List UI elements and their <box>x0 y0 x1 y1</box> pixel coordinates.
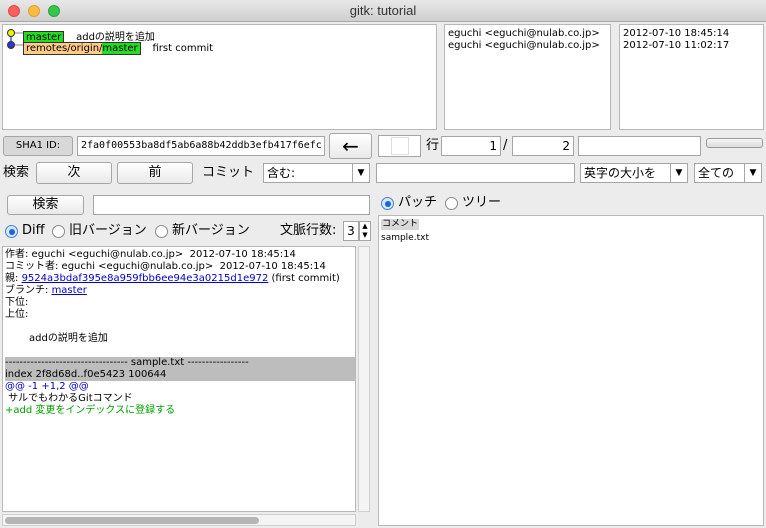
diff-content: 作者: eguchi <eguchi@nulab.co.jp> 2012-07-… <box>5 249 355 417</box>
chevron-down-icon: ▼ <box>352 164 369 182</box>
match-mode-value: 含む: <box>267 166 296 180</box>
old-version-radio[interactable] <box>52 225 65 238</box>
find-label: 検索 <box>3 165 30 180</box>
chevron-down-icon: ▼ <box>670 164 687 182</box>
find-input[interactable] <box>376 163 575 183</box>
old-version-label: 旧バージョン <box>69 223 147 238</box>
parent-line: 親: 9524a3bdaf395e8a959fbb6ee94e3a0215d1e… <box>5 273 355 285</box>
remote-tag-origin[interactable]: remotes/origin/ <box>23 42 103 55</box>
tree-radio[interactable] <box>445 197 458 210</box>
total-rows-field: 2 <box>512 136 574 156</box>
branch-link[interactable]: master <box>52 285 87 296</box>
remote-tag-master[interactable]: master <box>102 42 141 55</box>
search-input[interactable] <box>93 195 370 215</box>
diff-vertical-scrollbar[interactable] <box>358 246 370 512</box>
diff-radio[interactable] <box>5 225 18 238</box>
row-label: 行 <box>426 138 440 153</box>
file-item[interactable]: sample.txt <box>381 233 429 244</box>
patch-radio[interactable] <box>381 197 394 210</box>
date-entry: 2012-07-10 11:02:17 <box>623 40 730 51</box>
diff-label: Diff <box>22 223 45 238</box>
tree-label: ツリー <box>462 195 502 210</box>
context-lines-input[interactable]: 3 <box>343 221 359 241</box>
parent-label: 親: <box>5 273 19 284</box>
parent-message: (first commit) <box>271 273 340 284</box>
index-line: index 2f8d68d..f0e5423 100644 <box>5 369 355 381</box>
context-lines-stepper[interactable]: ▲ ▼ <box>359 221 371 241</box>
sha1-field[interactable]: 2fa0f00553ba8df5ab6a88b42ddb3efb417f6efc <box>77 136 325 156</box>
match-mode-select[interactable]: 含む: ▼ <box>263 163 370 183</box>
patch-label: パッチ <box>398 195 438 210</box>
new-version-label: 新バージョン <box>172 223 250 238</box>
author-pane[interactable]: eguchi <eguchi@nulab.co.jp> eguchi <eguc… <box>444 24 611 130</box>
field-value: 全ての <box>698 166 735 180</box>
status-field <box>578 136 701 156</box>
find-prev-button[interactable]: 前 <box>117 162 193 184</box>
find-next-button[interactable]: 次 <box>36 162 112 184</box>
author-line: 作者: eguchi <eguchi@nulab.co.jp> 2012-07-… <box>5 249 296 260</box>
row-separator: / <box>503 138 508 153</box>
commit-message-body: addの説明を追加 <box>29 333 108 344</box>
sha1-id-label: SHA1 ID: <box>3 136 73 156</box>
progress-bar <box>706 138 763 148</box>
branch-line: ブランチ: master <box>5 285 355 297</box>
comment-item[interactable]: コメント <box>381 219 420 230</box>
precedes-line: 上位: <box>5 309 29 320</box>
commit-row[interactable]: remotes/origin/master first commit <box>23 40 213 55</box>
parent-commit-link[interactable]: 9524a3bdaf395e8a959fbb6ee94e3a0215d1e972 <box>22 273 269 284</box>
commit-message: first commit <box>152 43 214 54</box>
new-version-radio[interactable] <box>155 225 168 238</box>
field-select[interactable]: 全ての ▼ <box>694 163 762 183</box>
window-title: gitk: tutorial <box>349 3 417 18</box>
follows-line: 下位: <box>5 297 29 308</box>
diff-details-pane[interactable]: 作者: eguchi <eguchi@nulab.co.jp> 2012-07-… <box>2 246 356 512</box>
branch-label: ブランチ: <box>5 285 49 296</box>
file-list-pane[interactable]: コメント sample.txt <box>378 215 764 526</box>
commit-graph-pane[interactable]: master addの説明を追加 remotes/origin/master f… <box>2 24 437 130</box>
committer-line: コミット者: eguchi <eguchi@nulab.co.jp> 2012-… <box>5 261 326 272</box>
case-select[interactable]: 英字の大小を ▼ <box>580 163 688 183</box>
commit-node <box>7 29 15 37</box>
forward-button[interactable] <box>378 135 421 157</box>
commit-node <box>7 41 15 49</box>
date-entry: 2012-07-10 18:45:14 <box>623 28 730 39</box>
commit-label: コミット <box>202 165 255 180</box>
author-entry: eguchi <eguchi@nulab.co.jp> <box>448 28 600 39</box>
file-header: ---------------------------------- sampl… <box>5 357 355 369</box>
left-arrow-icon: ← <box>342 134 359 158</box>
commit-graph <box>7 29 23 49</box>
current-row-field: 1 <box>441 136 501 156</box>
chevron-down-icon: ▼ <box>744 164 761 182</box>
author-entry: eguchi <eguchi@nulab.co.jp> <box>448 40 600 51</box>
date-pane[interactable]: 2012-07-10 18:45:14 2012-07-10 11:02:17 <box>619 24 764 130</box>
back-arrow-button[interactable]: ← <box>329 133 372 159</box>
context-lines-label: 文脈行数: <box>280 223 337 238</box>
diff-horizontal-scrollbar[interactable] <box>2 514 356 526</box>
added-line: +add 変更をインデックスに登録する <box>5 405 176 416</box>
context-line: サルでもわかるGitコマンド <box>5 393 133 404</box>
scrollbar-thumb[interactable] <box>5 517 259 524</box>
hunk-header: @@ -1 +1,2 @@ <box>5 381 89 392</box>
search-button[interactable]: 検索 <box>7 195 84 215</box>
case-value: 英字の大小を <box>584 166 657 180</box>
